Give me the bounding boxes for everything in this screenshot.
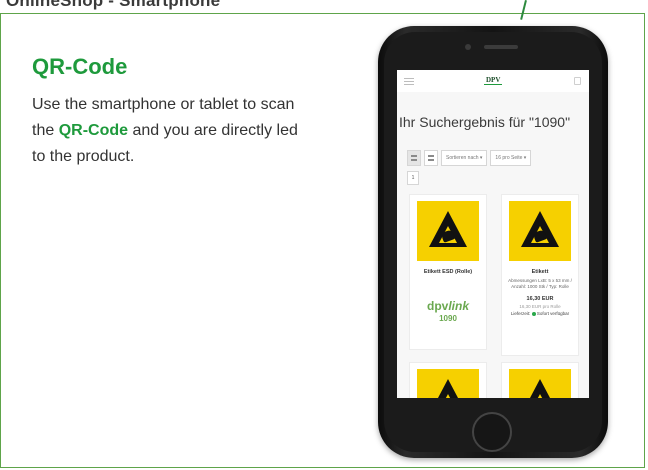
product-card[interactable]: Etikett ESD (Rolle) dpvlink 1090 xyxy=(409,194,487,350)
product-description: Abmessungen LxB: 5 x 53 mm / Anzahl: 100… xyxy=(508,278,572,289)
qr-code-description: Use the smartphone or tablet to scan the… xyxy=(32,92,312,170)
section-title: OnlineShop - Smartphone xyxy=(6,0,221,10)
qr-code-highlight: QR-Code xyxy=(58,122,129,139)
dpvlink-badge: dpvlink xyxy=(426,299,469,313)
phone-screen: DPV Ihr Suchergebnis für "1090" Sortiere… xyxy=(397,70,589,410)
earpiece-speaker xyxy=(484,45,518,49)
product-price: 16,30 EUR xyxy=(526,296,554,302)
shop-top-bar: DPV xyxy=(397,70,589,92)
cart-icon[interactable] xyxy=(574,77,581,85)
list-icon xyxy=(428,155,434,161)
dpv-logo[interactable]: DPV xyxy=(484,76,503,85)
delivery-status: Lieferzeit: Sofort verfügbar xyxy=(510,311,570,316)
list-view-button[interactable] xyxy=(424,150,438,166)
esd-warning-icon xyxy=(509,201,571,261)
availability-dot-icon xyxy=(531,311,536,316)
product-card[interactable]: Etikett Abmessungen LxB: 5 x 53 mm / Anz… xyxy=(501,194,579,356)
sort-dropdown[interactable]: Sortieren nach ▾ xyxy=(441,150,488,166)
page-button[interactable]: 1 xyxy=(407,171,419,185)
grid-icon xyxy=(411,155,417,161)
home-button[interactable] xyxy=(472,412,512,452)
hamburger-menu-icon[interactable] xyxy=(404,78,414,85)
product-name: Etikett ESD (Rolle) xyxy=(423,269,473,275)
dpvlink-code: 1090 xyxy=(439,314,457,323)
per-page-dropdown[interactable]: 16 pro Seite ▾ xyxy=(490,150,532,166)
esd-warning-icon xyxy=(417,201,479,261)
product-name: Etikett xyxy=(531,269,549,275)
phone-bottom-bezel xyxy=(397,398,589,412)
front-camera xyxy=(465,44,471,50)
grid-view-button[interactable] xyxy=(407,150,421,166)
qr-code-heading: QR-Code xyxy=(32,54,128,79)
search-result-heading: Ihr Suchergebnis für "1090" xyxy=(399,114,571,130)
result-toolbar: Sortieren nach ▾ 16 pro Seite ▾ xyxy=(407,150,532,166)
unit-price: 16,30 EUR pro Rolle xyxy=(519,304,561,309)
